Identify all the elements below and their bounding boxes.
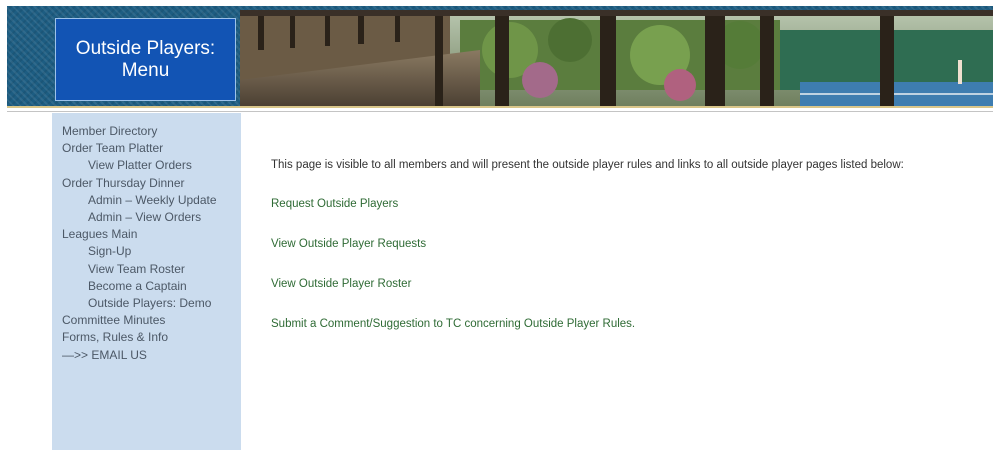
sidebar-item-outside-players-demo[interactable]: Outside Players: Demo <box>52 295 241 312</box>
sidebar-nav: Member Directory Order Team Platter View… <box>52 113 241 450</box>
submit-comment-link[interactable]: Submit a Comment/Suggestion to TC concer… <box>271 318 635 330</box>
sidebar-item-become-a-captain[interactable]: Become a Captain <box>52 278 241 295</box>
sidebar-item-email-us[interactable]: —>> EMAIL US <box>52 347 241 364</box>
header-banner-image <box>240 10 993 106</box>
sidebar-item-sign-up[interactable]: Sign-Up <box>52 243 241 260</box>
sidebar-item-leagues-main[interactable]: Leagues Main <box>52 226 241 243</box>
page-title-line2: Menu <box>121 59 170 81</box>
sidebar-item-forms-rules-info[interactable]: Forms, Rules & Info <box>52 329 241 346</box>
page-title-line1: Outside Players: <box>75 37 216 59</box>
view-outside-player-roster-link[interactable]: View Outside Player Roster <box>271 278 411 290</box>
sidebar-item-order-thursday-dinner[interactable]: Order Thursday Dinner <box>52 175 241 192</box>
sidebar-item-view-platter-orders[interactable]: View Platter Orders <box>52 157 241 174</box>
sidebar-item-view-team-roster[interactable]: View Team Roster <box>52 261 241 278</box>
sidebar-item-admin-view-orders[interactable]: Admin – View Orders <box>52 209 241 226</box>
sidebar-item-member-directory[interactable]: Member Directory <box>52 123 241 140</box>
sidebar-item-committee-minutes[interactable]: Committee Minutes <box>52 312 241 329</box>
page-title: Outside Players: Menu <box>55 18 236 101</box>
sidebar-item-order-team-platter[interactable]: Order Team Platter <box>52 140 241 157</box>
view-outside-player-requests-link[interactable]: View Outside Player Requests <box>271 238 426 250</box>
divider <box>7 111 993 112</box>
header-rule <box>7 106 993 108</box>
sidebar-item-admin-weekly-update[interactable]: Admin – Weekly Update <box>52 192 241 209</box>
request-outside-players-link[interactable]: Request Outside Players <box>271 198 398 210</box>
intro-text: This page is visible to all members and … <box>271 159 904 171</box>
